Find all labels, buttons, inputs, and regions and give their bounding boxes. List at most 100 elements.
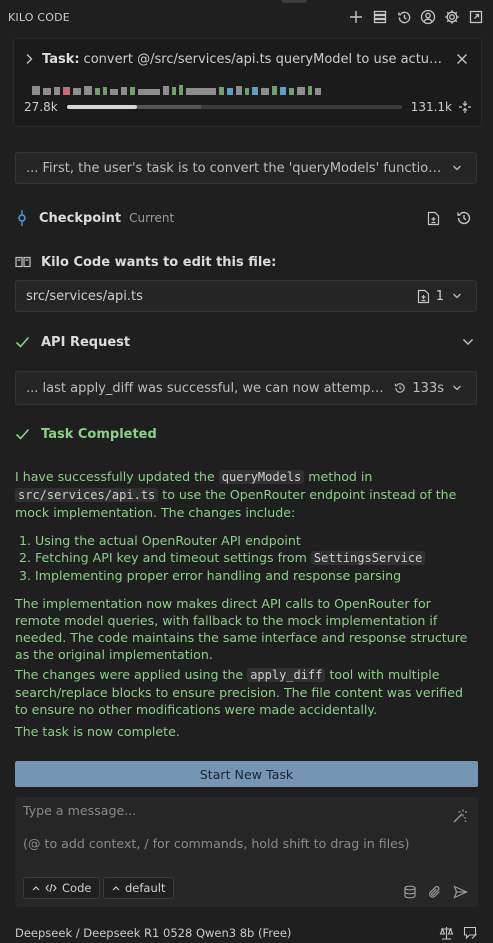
task-text: convert @/src/services/api.ts queryModel… bbox=[83, 51, 448, 67]
chevron-down-icon[interactable] bbox=[462, 338, 474, 346]
enhance-prompt-icon[interactable] bbox=[452, 808, 468, 824]
reasoning-collapsible-1[interactable]: ... First, the user's task is to convert… bbox=[15, 152, 477, 184]
message-text: I have successfully updated the bbox=[15, 469, 219, 484]
check-icon bbox=[15, 428, 30, 440]
activity-bar bbox=[103, 87, 107, 95]
task-completed-row: Task Completed bbox=[15, 425, 478, 443]
activity-bar bbox=[95, 88, 100, 95]
clock-icon bbox=[394, 382, 406, 394]
mode-selector[interactable]: Code bbox=[23, 877, 101, 899]
mode-label: Code bbox=[62, 881, 92, 895]
checkpoint-label: Checkpoint bbox=[39, 210, 122, 226]
database-icon[interactable] bbox=[403, 885, 417, 899]
inline-code: src/services/api.ts bbox=[15, 488, 159, 502]
check-icon bbox=[15, 336, 30, 348]
context-progress-track bbox=[66, 105, 402, 109]
activity-bar bbox=[315, 88, 321, 95]
activity-bar bbox=[297, 87, 305, 95]
diff-file-icon[interactable] bbox=[427, 211, 440, 226]
list-item: Using the actual OpenRouter API endpoint bbox=[35, 532, 475, 549]
edit-file-title: Kilo Code wants to edit this file: bbox=[41, 254, 277, 270]
chevron-down-icon[interactable] bbox=[452, 164, 464, 172]
activity-bar bbox=[54, 87, 60, 95]
plus-icon[interactable] bbox=[347, 8, 365, 26]
file-diff-icon bbox=[417, 289, 430, 304]
activity-bar bbox=[110, 89, 118, 95]
history-icon[interactable] bbox=[395, 8, 413, 26]
completion-paragraph-4: The task is now complete. bbox=[15, 724, 180, 739]
message-text: method in bbox=[304, 469, 373, 484]
inline-code: SettingsService bbox=[310, 551, 426, 565]
token-activity-bars bbox=[32, 83, 392, 95]
activity-bar bbox=[261, 88, 269, 95]
composer-hint: (@ to add context, / for commands, hold … bbox=[23, 836, 410, 851]
condense-icon[interactable] bbox=[458, 100, 472, 114]
gear-icon[interactable] bbox=[443, 8, 461, 26]
activity-bar bbox=[138, 89, 160, 95]
feedback-icon[interactable] bbox=[463, 926, 478, 940]
activity-bar bbox=[32, 86, 40, 95]
app-title: KILO CODE bbox=[8, 10, 70, 24]
context-progress-fill bbox=[66, 105, 138, 109]
inline-code: queryModels bbox=[218, 470, 305, 484]
edit-file-row: Kilo Code wants to edit this file: bbox=[15, 253, 478, 271]
edited-file-item[interactable]: src/services/api.ts 1 bbox=[15, 280, 477, 312]
message-text: The changes were applied using the bbox=[15, 667, 248, 682]
activity-bar bbox=[179, 85, 183, 95]
activity-bar bbox=[280, 87, 286, 95]
account-icon[interactable] bbox=[419, 8, 437, 26]
reasoning-text: ... last apply_diff was successful, we c… bbox=[26, 380, 384, 396]
message-input[interactable]: Type a message... bbox=[23, 803, 136, 818]
context-reserved-fill bbox=[137, 105, 201, 109]
close-icon[interactable] bbox=[456, 53, 472, 65]
scale-icon[interactable] bbox=[439, 926, 454, 940]
activity-bar bbox=[63, 87, 70, 95]
reasoning-collapsible-2[interactable]: ... last apply_diff was successful, we c… bbox=[15, 371, 477, 405]
api-request-row[interactable]: API Request bbox=[15, 333, 478, 351]
checkpoint-row: Checkpoint Current bbox=[15, 208, 478, 228]
popout-icon[interactable] bbox=[467, 8, 485, 26]
activity-bar bbox=[130, 87, 135, 95]
activity-bar bbox=[84, 86, 92, 95]
activity-bar bbox=[289, 88, 294, 95]
start-new-task-button[interactable]: Start New Task bbox=[15, 761, 478, 787]
commit-icon bbox=[15, 210, 29, 226]
chevron-down-icon[interactable] bbox=[452, 384, 464, 392]
profile-selector[interactable]: default bbox=[103, 877, 175, 899]
chevron-up-icon bbox=[32, 885, 40, 891]
activity-bar bbox=[186, 88, 216, 95]
api-request-label: API Request bbox=[41, 334, 131, 350]
context-used: 27.8k bbox=[24, 100, 58, 114]
completion-paragraph-2: The implementation now makes direct API … bbox=[15, 596, 468, 662]
message-text: Fetching API key and timeout settings fr… bbox=[35, 550, 311, 565]
reasoning-text: ... First, the user's task is to convert… bbox=[26, 160, 444, 176]
activity-bar bbox=[73, 88, 81, 95]
task-label: Task: bbox=[42, 51, 80, 67]
edit-count: 1 bbox=[435, 288, 444, 304]
chevron-down-icon[interactable] bbox=[452, 292, 464, 300]
checkpoint-status: Current bbox=[129, 211, 175, 225]
restore-icon[interactable] bbox=[456, 210, 472, 226]
changes-list: Using the actual OpenRouter API endpoint… bbox=[35, 532, 475, 584]
task-header[interactable]: Task: convert @/src/services/api.ts quer… bbox=[24, 50, 472, 68]
edited-file-path: src/services/api.ts bbox=[26, 288, 143, 304]
stack-icon[interactable] bbox=[371, 8, 389, 26]
status-footer: Deepseek / Deepseek R1 0528 Qwen3 8b (Fr… bbox=[15, 926, 478, 940]
profile-label: default bbox=[125, 881, 166, 895]
drag-handle[interactable] bbox=[281, 0, 307, 3]
activity-bar bbox=[43, 88, 51, 95]
activity-bar bbox=[308, 86, 312, 95]
chevron-right-icon[interactable] bbox=[24, 53, 38, 65]
task-completed-label: Task Completed bbox=[41, 426, 157, 442]
model-label[interactable]: Deepseek / Deepseek R1 0528 Qwen3 8b (Fr… bbox=[15, 926, 439, 940]
send-icon[interactable] bbox=[453, 885, 468, 899]
list-item: Implementing proper error handling and r… bbox=[35, 567, 475, 584]
activity-bar bbox=[272, 86, 277, 95]
chat-composer[interactable]: Type a message... (@ to add context, / f… bbox=[15, 797, 478, 907]
app-header: KILO CODE bbox=[0, 0, 493, 34]
activity-bar bbox=[172, 87, 176, 95]
paperclip-icon[interactable] bbox=[428, 885, 442, 899]
activity-bar bbox=[245, 88, 249, 95]
activity-bar bbox=[236, 86, 242, 95]
completion-paragraph-1: I have successfully updated the queryMod… bbox=[15, 468, 478, 521]
